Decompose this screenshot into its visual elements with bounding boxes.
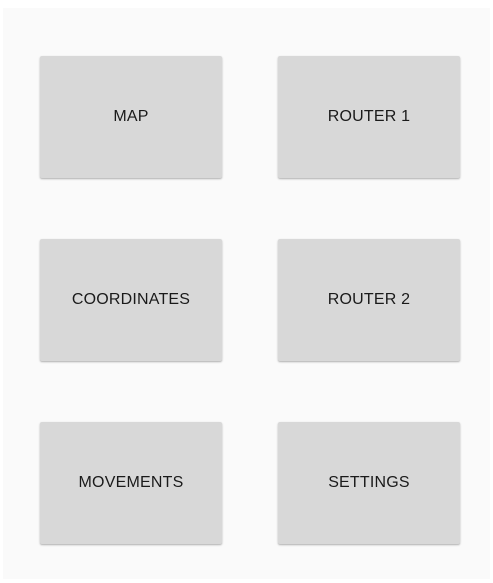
coordinates-button[interactable]: COORDINATES: [40, 239, 222, 361]
router-1-button[interactable]: ROUTER 1: [278, 56, 460, 178]
movements-button[interactable]: MOVEMENTS: [40, 422, 222, 544]
map-button-label: MAP: [113, 108, 149, 125]
movements-button-label: MOVEMENTS: [78, 474, 184, 491]
coordinates-button-label: COORDINATES: [71, 291, 191, 308]
router-2-button-label: ROUTER 2: [327, 291, 411, 308]
router-1-button-label: ROUTER 1: [327, 108, 411, 125]
settings-button-label: SETTINGS: [328, 474, 410, 491]
settings-button[interactable]: SETTINGS: [278, 422, 460, 544]
map-button[interactable]: MAP: [40, 56, 222, 178]
router-2-button[interactable]: ROUTER 2: [278, 239, 460, 361]
